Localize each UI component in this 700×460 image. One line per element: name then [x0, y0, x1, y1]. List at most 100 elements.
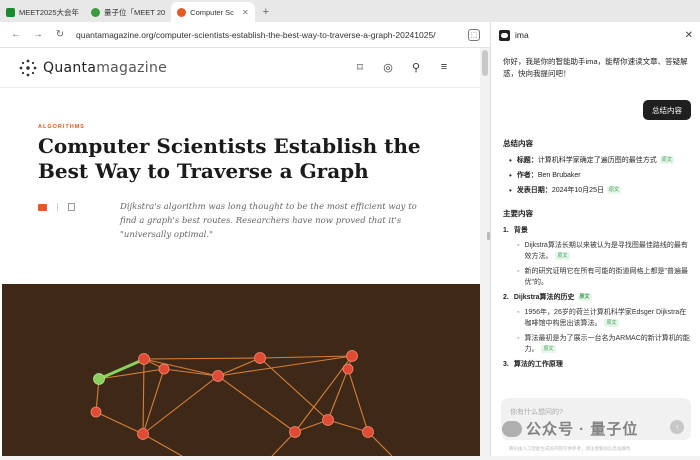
source-tag[interactable]: 原文 — [577, 293, 592, 302]
ai-disclaimer: 腾讯由人工智能生成的内容仅供参考，请注意甄别信息准确性 — [509, 446, 631, 451]
logo-bold: Quanta — [43, 60, 97, 76]
bullet: • — [509, 171, 512, 180]
section-title-text: Dijkstra算法的历史 — [513, 294, 575, 301]
summary-heading: 总结内容 — [503, 139, 533, 148]
assistant-greeting: 你好，我是你的智能助手ima，能帮你速读文章、答疑解惑，快向我提问吧！ — [503, 57, 688, 78]
quanta-favicon-icon — [177, 7, 187, 17]
source-tag[interactable]: 原文 — [555, 252, 570, 261]
meta-text: 发表日期：2024年10月25日 原文 — [517, 185, 621, 196]
leaf-favicon-icon — [91, 7, 101, 17]
forward-icon[interactable]: → — [32, 29, 44, 40]
bullet: ◦ — [517, 309, 520, 316]
meta-key: 发表日期： — [516, 187, 552, 194]
article-category[interactable]: ALGORITHMS — [38, 124, 85, 130]
bookmark-icon[interactable]: ⌑ — [354, 61, 366, 74]
watermark-text: 公众号 · 量子位 — [526, 421, 639, 438]
ima-logo-icon — [499, 29, 510, 41]
address-bar-row: ← → ↻ quantamagazine.org/computer-scient… — [0, 22, 490, 48]
section-number: 3. — [503, 361, 509, 368]
back-icon[interactable]: ← — [10, 29, 22, 40]
point-text: Dijkstra算法长期以来被认为是寻找图最佳路线的最有效方法。 原文 — [524, 240, 693, 262]
point-text: 新的研究证明它在所有可能的街道网格上都是"普遍最优"的。 — [524, 266, 693, 288]
panda-favicon-icon — [6, 7, 15, 17]
section-item: 1. 背景 — [503, 225, 693, 236]
source-tag[interactable]: 原文 — [541, 345, 556, 354]
send-icon[interactable]: ↑ — [670, 420, 684, 434]
point-content: 新的研究证明它在所有可能的街道网格上都是"普遍最优"的。 — [524, 268, 688, 286]
source-tag[interactable]: 原文 — [606, 186, 621, 195]
site-actions: ⌑ ◎ ⚲ ≡ — [354, 61, 450, 74]
reload-icon[interactable]: ↻ — [54, 29, 66, 40]
scrollbar-thumb[interactable] — [482, 50, 488, 76]
section-point: ◦ 算法最初是为了展示一台名为ARMAC的新计算机的能力。 原文 — [517, 333, 693, 355]
section-item: 2. Dijkstra算法的历史 原文 — [503, 292, 693, 303]
tab-label: 量子位「MEET 20 — [104, 7, 166, 17]
meta-item-title: • 标题：计算机科学家确定了遍历图的最佳方式 原文 — [509, 155, 693, 166]
assistant-panel: ima ✕ 你好，我是你的智能助手ima，能帮你速读文章、答疑解惑，快向我提问吧… — [490, 22, 700, 456]
bullet: • — [509, 156, 512, 165]
point-text: 1956年，26岁的荷兰计算机科学家Edsger Dijkstra在咖啡馆中构思… — [524, 307, 693, 329]
wechat-watermark: 公众号 · 量子位 — [502, 418, 638, 439]
tab-strip: MEET2025大会年 量子位「MEET 20 Computer Sc ✕ + — [0, 0, 700, 22]
section-point: ◦ 新的研究证明它在所有可能的街道网格上都是"普遍最优"的。 — [517, 266, 693, 288]
article-meta — [38, 203, 75, 211]
article-title: Computer Scientists Establish the Best W… — [38, 134, 421, 183]
url-field[interactable]: quantamagazine.org/computer-scientists-e… — [76, 30, 458, 40]
assistant-header: ima ✕ — [491, 22, 700, 48]
section-point: ◦ Dijkstra算法长期以来被认为是寻找图最佳路线的最有效方法。 原文 — [517, 240, 693, 262]
quanta-mark-icon — [19, 59, 37, 77]
tab-label: Computer Sc — [190, 7, 234, 17]
meta-value: Ben Brubaker — [537, 172, 581, 179]
meta-value: 2024年10月25日 — [551, 187, 604, 194]
input-placeholder: 你有什么想问的? — [510, 409, 563, 416]
summary-response: 总结内容 • 标题：计算机科学家确定了遍历图的最佳方式 原文 • 作者：Ben B… — [503, 138, 693, 374]
meta-text: 作者：Ben Brubaker — [517, 170, 581, 181]
extension-icon[interactable]: ⬚ — [468, 28, 480, 41]
bullet: • — [509, 186, 512, 195]
meta-item-author: • 作者：Ben Brubaker — [509, 170, 693, 181]
point-content: Dijkstra算法长期以来被认为是寻找图最佳路线的最有效方法。 — [524, 242, 688, 260]
share-icon[interactable] — [68, 203, 75, 211]
meta-key: 作者： — [516, 172, 538, 179]
site-header: Quantamagazine ⌑ ◎ ⚲ ≡ — [0, 48, 480, 88]
quanta-logo[interactable]: Quantamagazine — [18, 58, 167, 78]
search-icon[interactable]: ⚲ — [410, 61, 422, 74]
meta-item-date: • 发表日期：2024年10月25日 原文 — [509, 185, 693, 196]
graph-network-illustration — [90, 350, 393, 456]
new-tab-button[interactable]: + — [255, 2, 277, 22]
bullet: ◦ — [517, 268, 520, 275]
meta-key: 标题： — [516, 157, 538, 164]
comment-icon[interactable] — [38, 203, 47, 211]
assistant-title: ima — [515, 30, 529, 40]
bullet: ◦ — [517, 242, 520, 249]
meta-value: 计算机科学家确定了遍历图的最佳方式 — [537, 157, 657, 164]
section-title: 算法的工作原理 — [513, 361, 563, 368]
source-tag[interactable]: 原文 — [604, 319, 619, 328]
menu-icon[interactable]: ≡ — [438, 61, 450, 74]
tab-meet2025[interactable]: MEET2025大会年 — [0, 2, 85, 22]
main-content-heading: 主要内容 — [503, 209, 533, 218]
close-tab-icon[interactable]: ✕ — [242, 8, 249, 17]
user-message-bubble: 总结内容 — [643, 100, 691, 120]
wechat-icon — [502, 420, 522, 437]
article-dek: Dijkstra's algorithm was long thought to… — [120, 202, 417, 240]
user-icon[interactable]: ◎ — [382, 61, 394, 74]
tab-liangziwei[interactable]: 量子位「MEET 20 — [85, 2, 171, 22]
page-scrollbar[interactable] — [480, 48, 490, 456]
source-tag[interactable]: 原文 — [659, 156, 674, 165]
article-page: Quantamagazine ⌑ ◎ ⚲ ≡ ALGORITHMS Comput… — [0, 48, 490, 456]
section-number: 2. — [503, 294, 509, 301]
logo-wordmark: Quantamagazine — [43, 60, 167, 76]
browser-window: MEET2025大会年 量子位「MEET 20 Computer Sc ✕ + … — [0, 0, 700, 460]
section-point: ◦ 1956年，26岁的荷兰计算机科学家Edsger Dijkstra在咖啡馆中… — [517, 307, 693, 329]
tab-computer-scientists[interactable]: Computer Sc ✕ — [171, 2, 255, 22]
section-number: 1. — [503, 227, 509, 234]
close-panel-icon[interactable]: ✕ — [685, 30, 693, 41]
logo-light: magazine — [96, 60, 168, 76]
hero-graph-illustration — [2, 284, 480, 456]
divider — [57, 203, 58, 211]
meta-text: 标题：计算机科学家确定了遍历图的最佳方式 原文 — [517, 155, 674, 166]
point-text: 算法最初是为了展示一台名为ARMAC的新计算机的能力。 原文 — [524, 333, 693, 355]
bullet: ◦ — [517, 335, 520, 342]
section-title: Dijkstra算法的历史 原文 — [514, 292, 592, 303]
